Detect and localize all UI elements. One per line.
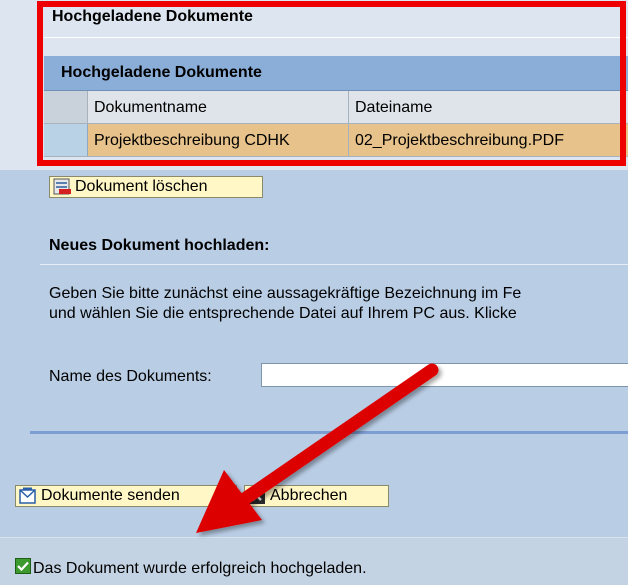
cancel-icon bbox=[249, 488, 265, 504]
delete-document-icon bbox=[53, 178, 71, 195]
send-documents-icon bbox=[19, 487, 36, 504]
cancel-label: Abbrechen bbox=[270, 487, 348, 504]
delete-document-button[interactable]: Dokument löschen bbox=[49, 176, 263, 198]
document-name-label: Name des Dokuments: bbox=[49, 368, 212, 385]
instruction-line: Geben Sie bitte zunächst eine aussagekrä… bbox=[49, 285, 522, 302]
document-name-input[interactable] bbox=[261, 363, 628, 387]
section-divider bbox=[40, 264, 628, 265]
status-message: Das Dokument wurde erfolgreich hochgelad… bbox=[33, 560, 367, 577]
highlight-box bbox=[37, 1, 626, 166]
success-check-icon bbox=[15, 558, 31, 574]
delete-document-label: Dokument löschen bbox=[75, 178, 208, 195]
form-divider bbox=[30, 431, 628, 434]
send-documents-label: Dokumente senden bbox=[41, 487, 180, 504]
send-documents-button[interactable]: Dokumente senden bbox=[15, 485, 237, 507]
instruction-line: und wählen Sie die entsprechende Datei a… bbox=[49, 305, 517, 322]
new-document-title: Neues Dokument hochladen: bbox=[49, 237, 270, 254]
cancel-button[interactable]: Abbrechen bbox=[244, 485, 389, 507]
instruction-text: Geben Sie bitte zunächst eine aussagekrä… bbox=[49, 284, 521, 324]
